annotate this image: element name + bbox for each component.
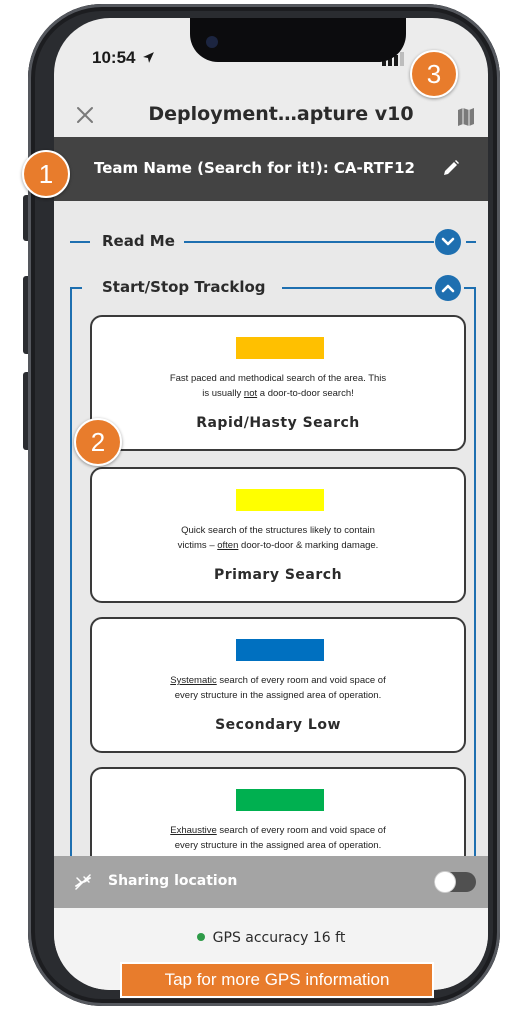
tracklog-border-top-right [282, 287, 432, 289]
notch [190, 18, 406, 62]
color-swatch [236, 337, 324, 359]
sharing-location-label: Sharing location [108, 873, 238, 889]
read-me-divider-tail [466, 241, 476, 243]
card-title: Rapid/Hasty Search [196, 415, 360, 431]
section-read-me-label[interactable]: Read Me [96, 232, 181, 250]
location-sharing-icon [75, 874, 91, 890]
phone-screen: 10:54 Deployment…apture v10 Team Name (S… [54, 18, 488, 990]
section-tracklog-label[interactable]: Start/Stop Tracklog [96, 278, 272, 296]
read-me-expand-button[interactable] [435, 229, 461, 255]
gps-status-dot [196, 933, 205, 941]
tracklog-border-left [70, 287, 72, 856]
callout-badge-2: 2 [74, 418, 122, 466]
choice-card-primary[interactable]: Quick search of the structures likely to… [90, 467, 466, 603]
choice-card-exhaustive[interactable]: Exhaustive search of every room and void… [90, 767, 466, 856]
desc-text: search of every room and void space of [216, 825, 386, 836]
desc-text: victims – [177, 540, 218, 551]
choice-card-secondary-low[interactable]: Systematic search of every room and void… [90, 617, 466, 753]
desc-emphasis: not [243, 388, 258, 399]
card-description: Systematic search of every room and void… [112, 673, 444, 703]
location-arrow-icon [143, 52, 155, 63]
map-icon[interactable] [458, 108, 474, 126]
title-bar: Deployment…apture v10 [54, 92, 488, 138]
toggle-knob [434, 871, 456, 893]
desc-text: is usually [202, 388, 244, 399]
callout-badge-1: 1 [22, 150, 70, 198]
desc-text: every structure in the assigned area of … [174, 840, 382, 851]
card-description: Exhaustive search of every room and void… [112, 823, 444, 853]
gps-status[interactable]: GPS accuracy 16 ft [54, 930, 488, 946]
color-swatch [236, 489, 324, 511]
card-description: Quick search of the structures likely to… [112, 523, 444, 553]
team-name-field[interactable]: Team Name (Search for it!): CA-RTF12 [54, 137, 488, 201]
tracklog-border-right [474, 287, 476, 856]
callout-badge-3: 3 [410, 50, 458, 98]
desc-emphasis: often [217, 540, 239, 551]
chevron-up-icon [441, 284, 455, 293]
page-title: Deployment…apture v10 [148, 103, 414, 125]
form-content[interactable]: Read Me Start/Stop Tracklog Fast paced a… [54, 201, 488, 856]
team-name-label: Team Name (Search for it!): CA-RTF12 [94, 159, 415, 177]
card-title: Secondary Low [215, 717, 341, 733]
read-me-divider-right [184, 241, 434, 243]
pencil-icon[interactable] [442, 159, 460, 177]
desc-emphasis: Exhaustive [170, 825, 217, 836]
desc-text: a door-to-door search! [257, 388, 354, 399]
choice-card-rapid-hasty[interactable]: Fast paced and methodical search of the … [90, 315, 466, 451]
desc-text: every structure in the assigned area of … [174, 690, 382, 701]
status-time-text: 10:54 [92, 48, 136, 67]
status-time: 10:54 [92, 48, 155, 68]
sharing-location-bar: Sharing location [54, 856, 488, 908]
desc-text: Fast paced and methodical search of the … [169, 373, 387, 384]
gps-info-callout-banner: Tap for more GPS information [120, 962, 434, 998]
tracklog-collapse-button[interactable] [435, 275, 461, 301]
card-description: Fast paced and methodical search of the … [112, 371, 444, 401]
desc-text: door-to-door & marking damage. [238, 540, 379, 551]
gps-accuracy-text: GPS accuracy 16 ft [212, 930, 346, 946]
read-me-divider-left [70, 241, 90, 243]
chevron-down-icon [441, 237, 455, 246]
card-title: Primary Search [213, 567, 343, 583]
sharing-location-toggle[interactable] [434, 871, 476, 893]
close-icon[interactable] [76, 106, 94, 124]
front-camera [206, 36, 218, 48]
color-swatch [236, 789, 324, 811]
desc-emphasis: Systematic [170, 675, 217, 686]
color-swatch [236, 639, 324, 661]
desc-text: Quick search of the structures likely to… [181, 525, 375, 536]
desc-text: search of every room and void space of [216, 675, 386, 686]
